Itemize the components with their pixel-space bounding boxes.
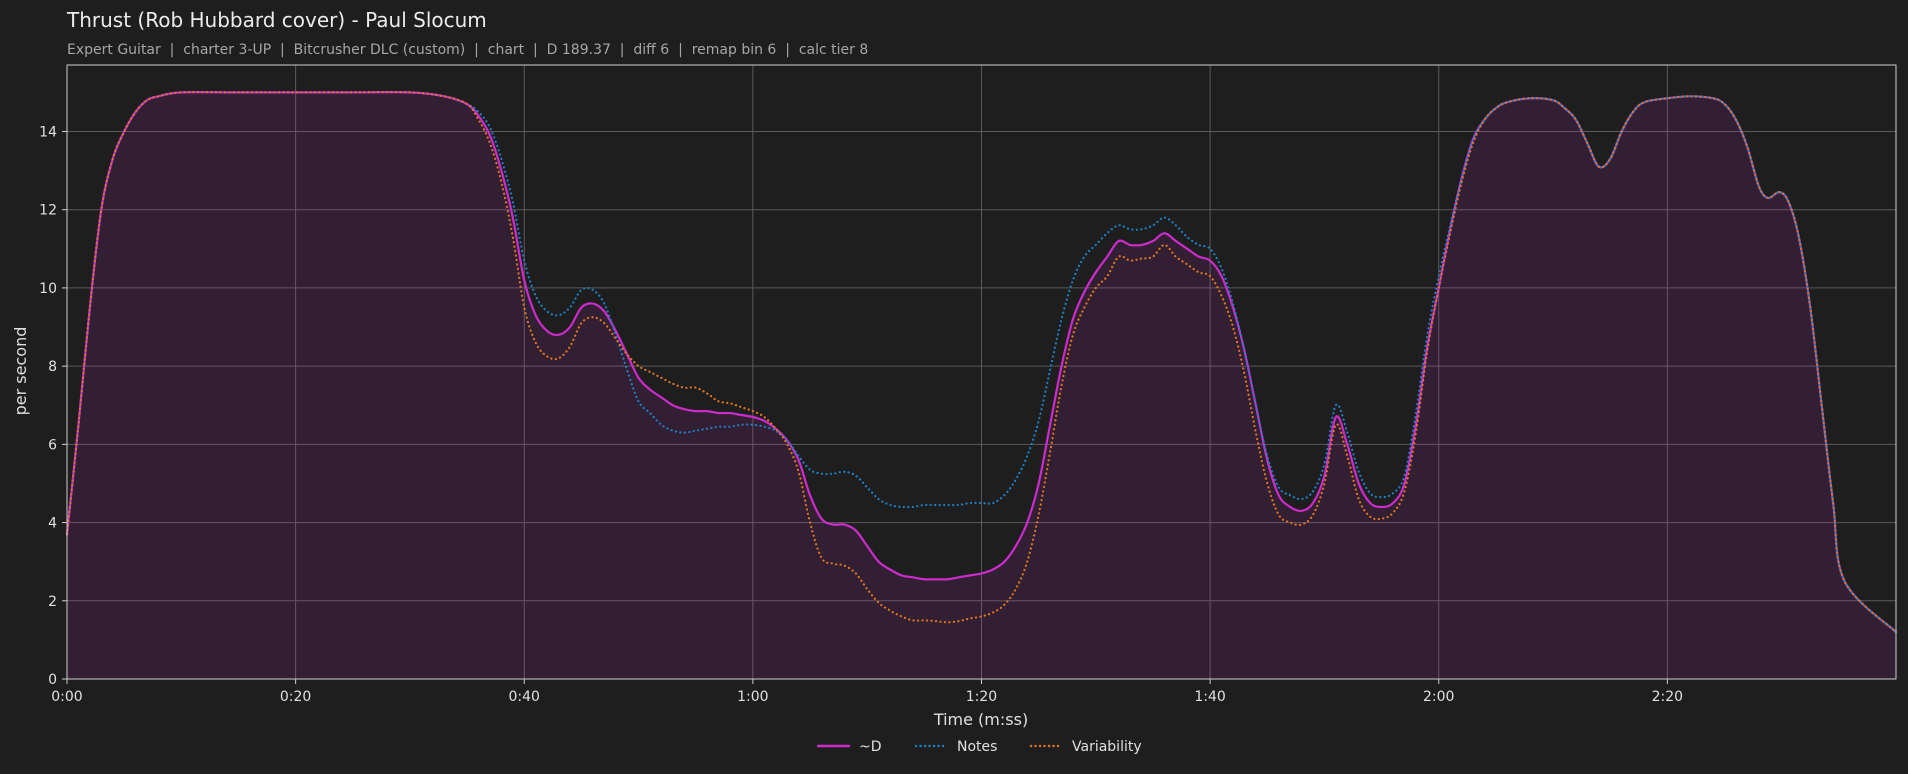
legend-label-0: ~D [859,739,882,755]
plot-area [65,64,1898,680]
chart-canvas: Thrust (Rob Hubbard cover) - Paul Slocum… [11,8,1898,755]
chart-subtitle: Expert Guitar | charter 3-UP | Bitcrushe… [67,42,868,58]
y-tick-label: 4 [48,516,57,532]
legend-label-1: Notes [957,739,997,755]
legend: ~D Notes Variability [816,739,1142,755]
x-tick-label: 1:20 [966,689,997,705]
legend-label-2: Variability [1072,739,1142,755]
y-tick-label: 6 [48,437,57,453]
x-tick-label: 0:40 [509,689,540,705]
x-axis-ticks: 0:00 0:20 0:40 1:00 1:20 1:40 2:00 2:20 [51,679,1683,705]
x-tick-label: 1:40 [1194,689,1225,705]
x-tick-label: 2:00 [1423,689,1454,705]
y-axis-ticks: 0 2 4 6 8 10 12 14 [39,124,67,688]
y-tick-label: 14 [39,124,57,140]
y-tick-label: 10 [39,281,57,297]
x-tick-label: 0:00 [51,689,82,705]
x-tick-label: 0:20 [280,689,311,705]
x-tick-label: 2:20 [1652,689,1683,705]
x-tick-label: 1:00 [737,689,768,705]
y-tick-label: 12 [39,203,57,219]
y-axis-label: per second [11,327,30,416]
y-tick-label: 8 [48,359,57,375]
x-axis-label: Time (m:ss) [933,710,1028,729]
chart-title: Thrust (Rob Hubbard cover) - Paul Slocum [66,8,487,32]
y-tick-label: 0 [48,672,57,688]
y-tick-label: 2 [48,594,57,610]
